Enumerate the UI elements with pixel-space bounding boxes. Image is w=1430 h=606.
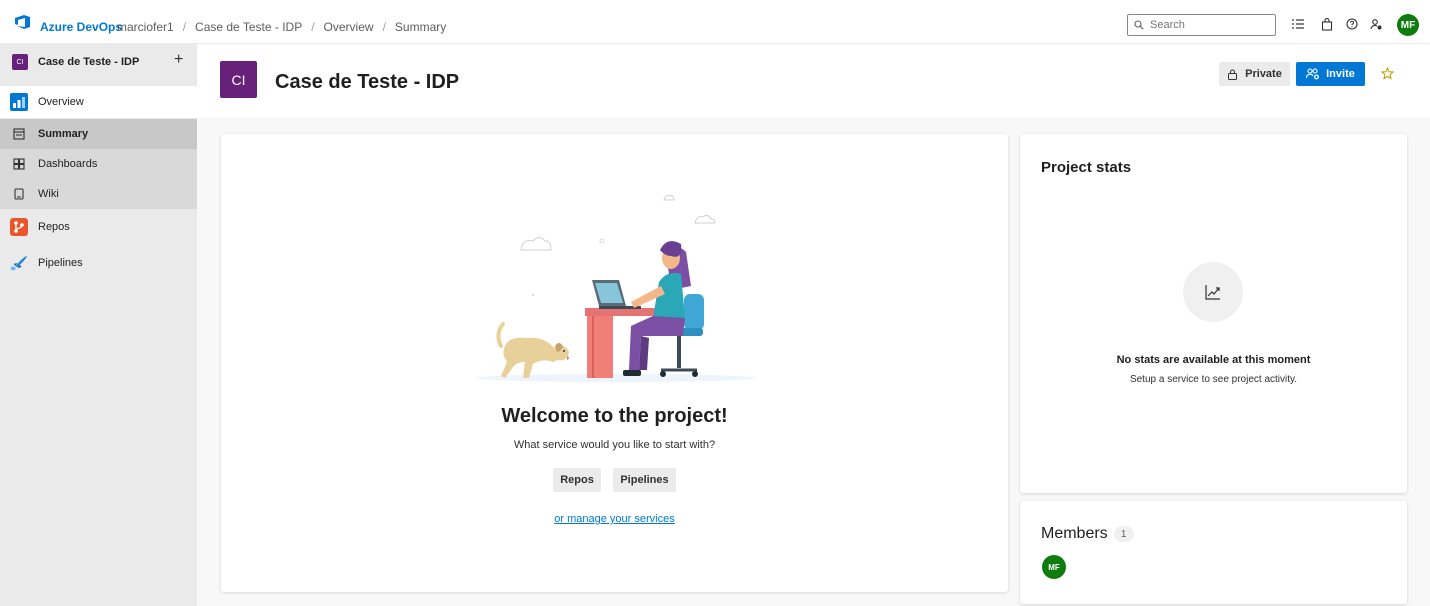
pipelines-icon	[10, 254, 28, 272]
stats-empty-subtitle: Setup a service to see project activity.	[1129, 374, 1298, 385]
shopping-bag-icon[interactable]	[1320, 17, 1334, 31]
project-name[interactable]: Case de Teste - IDP	[38, 56, 139, 68]
dashboards-icon	[13, 158, 25, 170]
private-button-label: Private	[1245, 68, 1282, 80]
sidebar-item-wiki[interactable]: Wiki	[0, 179, 197, 209]
sidebar-item-label: Dashboards	[38, 158, 98, 170]
sidebar-item-label: Wiki	[38, 188, 59, 200]
welcome-subtitle: What service would you like to start wit…	[513, 439, 716, 451]
manage-services-link: or manage your services	[221, 513, 1008, 525]
lock-icon	[1228, 69, 1238, 80]
welcome-card: Welcome to the project! What service wou…	[221, 134, 1008, 592]
breadcrumb-separator: /	[182, 20, 187, 34]
breadcrumb-separator: /	[311, 20, 315, 34]
sidebar-item-dashboards[interactable]: Dashboards	[0, 149, 197, 179]
stats-placeholder	[1183, 262, 1243, 322]
invite-button-label: Invite	[1326, 68, 1355, 80]
manage-services-link-text[interactable]: or manage your services	[554, 513, 674, 525]
project-stats-card: Project stats No stats are available at …	[1020, 134, 1407, 493]
sidebar-item-summary[interactable]: Summary	[0, 119, 197, 149]
summary-icon	[13, 128, 25, 140]
breadcrumb-separator: /	[382, 20, 386, 34]
sidebar-item-repos[interactable]: Repos	[0, 212, 197, 242]
breadcrumb-organization[interactable]: marciofer1	[117, 20, 174, 34]
pipelines-button[interactable]: Pipelines	[613, 468, 676, 492]
sidebar-item-label: Repos	[38, 221, 70, 233]
sidebar: CI Case de Teste - IDP + Overview Summar…	[0, 44, 197, 606]
project-avatar: CI	[220, 61, 257, 98]
sidebar-item-pipelines[interactable]: Pipelines	[0, 248, 197, 278]
welcome-illustration	[476, 195, 756, 382]
sidebar-item-label: Pipelines	[38, 257, 83, 269]
favorite-star-icon[interactable]	[1380, 66, 1395, 83]
trend-chart-icon	[1205, 285, 1220, 300]
breadcrumb-overview[interactable]: Overview	[324, 20, 374, 34]
add-icon[interactable]: +	[174, 51, 183, 69]
search-icon	[1134, 20, 1144, 30]
repos-icon	[10, 218, 28, 236]
member-avatar[interactable]: MF	[1042, 555, 1066, 579]
brand-name[interactable]: Azure DevOps	[40, 20, 122, 34]
help-icon[interactable]	[1345, 17, 1359, 31]
add-people-icon	[1306, 68, 1320, 80]
user-settings-icon[interactable]	[1369, 17, 1383, 31]
members-title-label: Members	[1041, 525, 1108, 542]
members-card: Members 1 MF	[1020, 501, 1407, 604]
project-stats-title: Project stats	[1041, 159, 1132, 176]
members-count-badge: 1	[1113, 526, 1134, 542]
welcome-title: Welcome to the project!	[501, 405, 728, 427]
breadcrumb-summary[interactable]: Summary	[395, 20, 446, 34]
wiki-icon	[13, 188, 25, 200]
azure-devops-logo-icon[interactable]	[14, 14, 32, 30]
project-header: CI Case de Teste - IDP Private Invite	[197, 44, 1430, 117]
project-badge: CI	[12, 54, 28, 70]
sidebar-item-overview[interactable]: Overview	[0, 86, 197, 118]
stats-empty-title: No stats are available at this moment	[1116, 354, 1311, 366]
project-selector[interactable]: CI Case de Teste - IDP +	[0, 44, 197, 80]
search-box[interactable]	[1127, 14, 1276, 36]
invite-button[interactable]: Invite	[1296, 62, 1365, 86]
sidebar-item-label: Summary	[38, 128, 89, 140]
task-list-icon[interactable]	[1291, 17, 1305, 31]
members-title: Members 1	[1041, 525, 1134, 543]
page-title: Case de Teste - IDP	[275, 71, 460, 93]
top-bar: Azure DevOps marciofer1 / Case de Teste …	[0, 0, 1430, 44]
overview-icon	[10, 93, 28, 111]
search-input[interactable]	[1150, 19, 1260, 31]
private-button[interactable]: Private	[1219, 62, 1290, 86]
repos-button[interactable]: Repos	[553, 468, 601, 492]
breadcrumb: marciofer1 / Case de Teste - IDP / Overv…	[117, 20, 446, 34]
breadcrumb-project[interactable]: Case de Teste - IDP	[195, 20, 302, 34]
user-avatar[interactable]: MF	[1397, 14, 1419, 36]
sidebar-item-label: Overview	[38, 96, 84, 108]
